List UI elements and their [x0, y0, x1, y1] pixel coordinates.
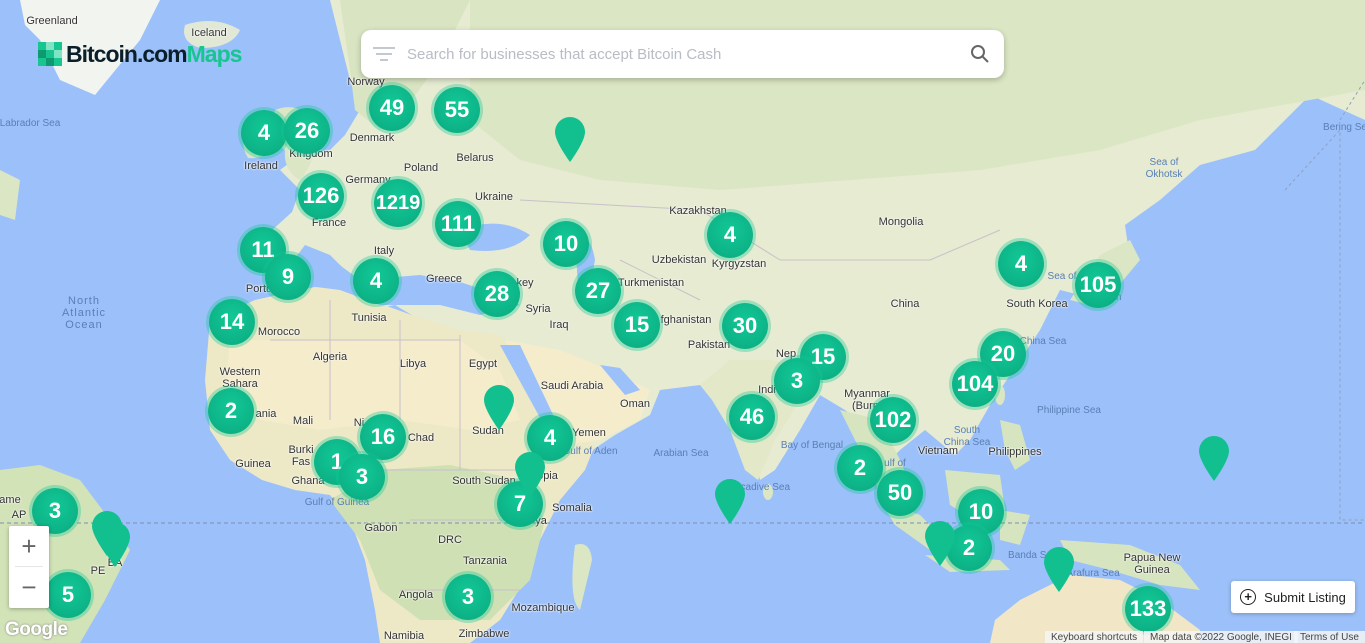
google-logo[interactable]: Google [5, 619, 68, 641]
cluster-marker[interactable]: 10 [543, 221, 589, 267]
cluster-marker[interactable]: 2 [208, 388, 254, 434]
world-map[interactable]: Greenland Iceland Norway Denmark Ireland King… [0, 0, 1365, 643]
cluster-marker[interactable]: 55 [434, 87, 480, 133]
cluster-marker[interactable]: 133 [1125, 586, 1171, 632]
keyboard-shortcuts-link[interactable]: Keyboard shortcuts [1045, 631, 1144, 643]
cluster-marker[interactable]: 2 [837, 445, 883, 491]
cluster-marker[interactable]: 4 [707, 212, 753, 258]
cluster-marker[interactable]: 16 [360, 414, 406, 460]
location-pin-icon[interactable] [554, 116, 586, 162]
cluster-marker[interactable]: 102 [870, 397, 916, 443]
add-circle-icon: + [1240, 589, 1257, 605]
search-input[interactable] [405, 44, 970, 64]
cluster-marker[interactable]: 30 [722, 303, 768, 349]
cluster-marker[interactable]: 3 [445, 574, 491, 620]
cluster-marker[interactable]: 5 [45, 572, 91, 618]
map-base-layer [0, 0, 1365, 643]
search-icon[interactable] [970, 44, 990, 64]
logo-mark-icon [38, 42, 62, 66]
map-data-attribution[interactable]: Map data ©2022 Google, INEGI [1144, 631, 1298, 643]
submit-listing-label: Submit Listing [1264, 589, 1346, 605]
location-pin-icon[interactable] [714, 478, 746, 524]
logo-wordmark: Bitcoin.comMaps [66, 40, 243, 68]
cluster-marker[interactable]: 4 [998, 241, 1044, 287]
cluster-marker[interactable]: 15 [614, 302, 660, 348]
cluster-marker[interactable]: 126 [298, 173, 344, 219]
location-pin-icon[interactable] [924, 520, 956, 566]
location-pin-icon[interactable] [514, 451, 546, 497]
cluster-marker[interactable]: 3 [774, 358, 820, 404]
zoom-control: + − [9, 526, 49, 608]
cluster-marker[interactable]: 1219 [374, 179, 422, 227]
search-bar [361, 30, 1004, 78]
cluster-marker[interactable]: 50 [877, 470, 923, 516]
logo-maps-text: Maps [186, 40, 243, 67]
cluster-marker[interactable]: 9 [265, 254, 311, 300]
cluster-marker[interactable]: 111 [435, 201, 481, 247]
bitcoin-com-maps-logo[interactable]: Bitcoin.comMaps [38, 40, 243, 68]
cluster-marker[interactable]: 105 [1075, 262, 1121, 308]
location-pin-icon[interactable] [1043, 546, 1075, 592]
cluster-marker[interactable]: 46 [729, 394, 775, 440]
cluster-marker[interactable]: 27 [575, 268, 621, 314]
cluster-marker[interactable]: 26 [284, 108, 330, 154]
terms-of-use-link[interactable]: Terms of Use [1294, 631, 1365, 643]
location-pin-icon[interactable] [1198, 435, 1230, 481]
filter-icon[interactable] [373, 46, 395, 62]
cluster-marker[interactable]: 3 [339, 454, 385, 500]
cluster-marker[interactable]: 104 [952, 361, 998, 407]
cluster-marker[interactable]: 49 [369, 85, 415, 131]
submit-listing-button[interactable]: + Submit Listing [1231, 581, 1355, 613]
logo-text: Bitcoin.com [66, 40, 188, 67]
zoom-out-button[interactable]: − [9, 567, 49, 607]
cluster-marker[interactable]: 4 [241, 110, 287, 156]
cluster-marker[interactable]: 28 [474, 271, 520, 317]
location-pin-icon[interactable] [483, 384, 515, 430]
zoom-in-button[interactable]: + [9, 526, 49, 566]
cluster-marker[interactable]: 4 [353, 258, 399, 304]
location-pin-icon[interactable] [91, 510, 123, 556]
cluster-marker[interactable]: 14 [209, 299, 255, 345]
